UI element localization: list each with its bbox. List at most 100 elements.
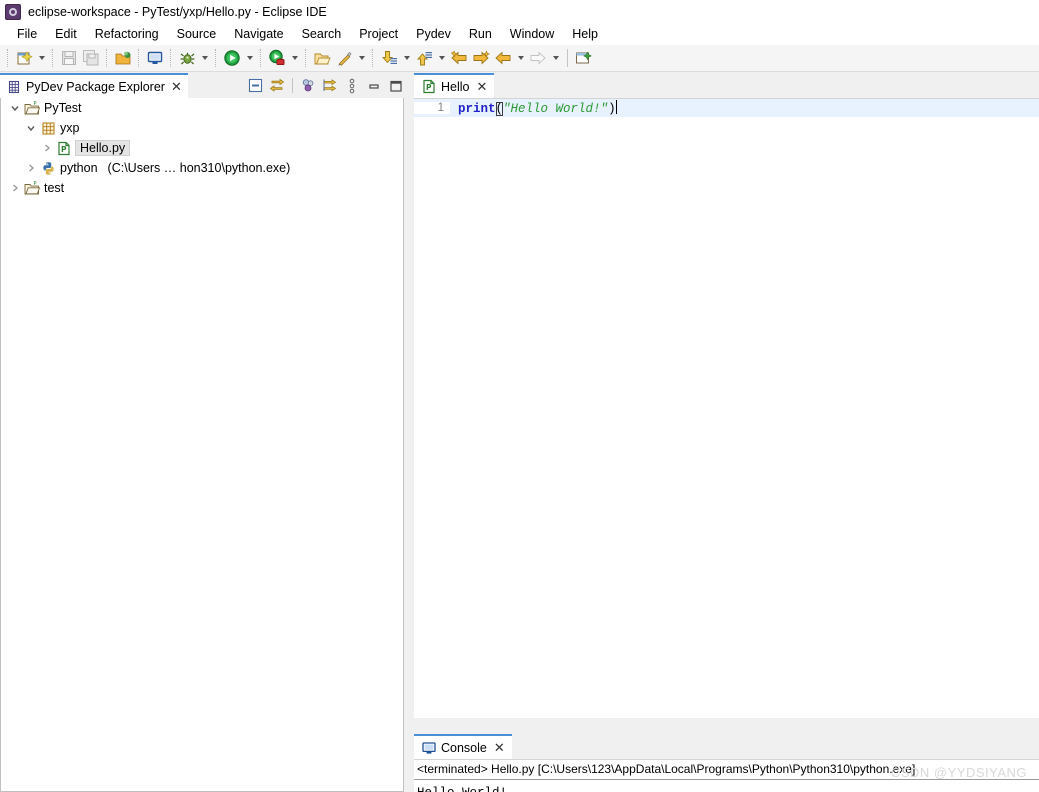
svg-text:P: P xyxy=(34,181,37,187)
package-explorer-panel: PyDev Package Explorer ✕ xyxy=(0,73,410,792)
focus-on-active-task-icon[interactable] xyxy=(298,76,318,96)
previous-annotation-dropdown-arrow[interactable] xyxy=(435,47,448,69)
maximize-view-icon[interactable] xyxy=(386,76,406,96)
tree-item-label: Hello.py xyxy=(75,140,130,156)
python-file-icon: P xyxy=(422,79,436,94)
menu-window[interactable]: Window xyxy=(501,25,563,43)
token-string: "Hello World!" xyxy=(503,102,608,116)
menu-edit[interactable]: Edit xyxy=(46,25,86,43)
token-close-paren: ) xyxy=(608,102,616,116)
python-interpreter-icon xyxy=(39,159,57,177)
new-window-icon[interactable] xyxy=(573,47,595,69)
code-editor[interactable]: 1 print("Hello World!") ‹ xyxy=(414,98,1039,718)
tree-item-test[interactable]: P test xyxy=(1,178,403,198)
menu-source[interactable]: Source xyxy=(168,25,226,43)
last-edit-location-icon[interactable] xyxy=(448,47,470,69)
toolbar-separator xyxy=(567,49,568,67)
menu-project[interactable]: Project xyxy=(350,25,407,43)
tree-item-label: yxp xyxy=(60,121,83,135)
collapse-all-icon[interactable] xyxy=(245,76,265,96)
source-folder-icon xyxy=(39,119,57,137)
code-line-1[interactable]: 1 print("Hello World!") xyxy=(414,99,1039,117)
package-explorer-view-toolbar xyxy=(245,76,410,96)
toolbar-separator xyxy=(7,49,9,67)
forward-icon[interactable] xyxy=(527,47,549,69)
menu-file[interactable]: File xyxy=(8,25,46,43)
tree-item-label: test xyxy=(44,181,68,195)
chevron-right-icon[interactable] xyxy=(23,158,39,178)
chevron-down-icon[interactable] xyxy=(7,98,23,118)
code-content[interactable]: 1 print("Hello World!") xyxy=(414,99,1039,117)
coverage-icon[interactable] xyxy=(266,47,288,69)
eclipse-logo-icon xyxy=(5,4,21,20)
previous-annotation-icon[interactable] xyxy=(413,47,435,69)
run-dropdown-arrow[interactable] xyxy=(243,47,256,69)
svg-text:P: P xyxy=(34,101,37,107)
open-console-icon[interactable] xyxy=(144,47,166,69)
close-icon[interactable]: ✕ xyxy=(477,80,488,93)
debug-icon[interactable] xyxy=(176,47,198,69)
text-caret xyxy=(616,100,617,114)
menu-navigate[interactable]: Navigate xyxy=(225,25,292,43)
view-toolbar-separator xyxy=(292,78,293,93)
pydev-package-icon[interactable] xyxy=(333,47,355,69)
close-icon[interactable]: ✕ xyxy=(494,741,505,754)
menu-run[interactable]: Run xyxy=(460,25,501,43)
coverage-dropdown-arrow[interactable] xyxy=(288,47,301,69)
package-explorer-icon xyxy=(7,80,21,94)
main-toolbar xyxy=(0,45,1039,72)
back-icon[interactable] xyxy=(492,47,514,69)
project-tree[interactable]: P PyTest yxp xyxy=(0,98,404,792)
debug-dropdown-arrow[interactable] xyxy=(198,47,211,69)
python-project-icon: P xyxy=(23,179,41,197)
toolbar-separator xyxy=(170,49,172,67)
chevron-right-icon[interactable] xyxy=(7,178,23,198)
menu-help[interactable]: Help xyxy=(563,25,607,43)
new-wizard-dropdown-arrow[interactable] xyxy=(35,47,48,69)
console-tab-label: Console xyxy=(441,741,487,755)
next-annotation-icon[interactable] xyxy=(378,47,400,69)
view-menu-icon[interactable] xyxy=(342,76,362,96)
console-panel: Console ✕ <terminated> Hello.py [C:\User… xyxy=(414,734,1039,792)
run-icon[interactable] xyxy=(221,47,243,69)
tab-console[interactable]: Console ✕ xyxy=(414,734,512,759)
menu-refactoring[interactable]: Refactoring xyxy=(86,25,168,43)
next-edit-location-icon[interactable] xyxy=(470,47,492,69)
menu-bar: File Edit Refactoring Source Navigate Se… xyxy=(0,23,1039,45)
chevron-right-icon[interactable] xyxy=(39,138,55,158)
tab-pydev-package-explorer[interactable]: PyDev Package Explorer ✕ xyxy=(0,73,188,98)
toolbar-separator xyxy=(52,49,54,67)
tree-item-label: PyTest xyxy=(44,101,86,115)
window-title: eclipse-workspace - PyTest/yxp/Hello.py … xyxy=(28,5,327,19)
code-text[interactable]: print("Hello World!") xyxy=(450,100,617,116)
svg-text:P: P xyxy=(426,83,432,92)
tree-item-hello-py[interactable]: P Hello.py xyxy=(1,138,403,158)
package-explorer-tabbar: PyDev Package Explorer ✕ xyxy=(0,73,410,98)
next-annotation-dropdown-arrow[interactable] xyxy=(400,47,413,69)
editor-tab-label: Hello xyxy=(441,80,470,94)
open-folder-icon[interactable] xyxy=(311,47,333,69)
save-icon[interactable] xyxy=(58,47,80,69)
link-with-editor-icon[interactable] xyxy=(267,76,287,96)
tab-hello[interactable]: P Hello ✕ xyxy=(414,73,494,98)
minimize-view-icon[interactable] xyxy=(364,76,384,96)
filters-icon[interactable] xyxy=(320,76,340,96)
console-icon xyxy=(422,741,436,755)
menu-search[interactable]: Search xyxy=(293,25,351,43)
toolbar-separator xyxy=(372,49,374,67)
forward-dropdown-arrow[interactable] xyxy=(549,47,562,69)
menu-pydev[interactable]: Pydev xyxy=(407,25,460,43)
tree-item-pytest[interactable]: P PyTest xyxy=(1,98,403,118)
new-pydev-project-icon[interactable] xyxy=(112,47,134,69)
chevron-down-icon[interactable] xyxy=(23,118,39,138)
python-file-icon: P xyxy=(55,139,73,157)
back-dropdown-arrow[interactable] xyxy=(514,47,527,69)
new-wizard-icon[interactable] xyxy=(13,47,35,69)
console-output-text: Hello World! xyxy=(414,780,1039,792)
save-all-icon[interactable] xyxy=(80,47,102,69)
tree-item-yxp[interactable]: yxp xyxy=(1,118,403,138)
console-tabbar: Console ✕ xyxy=(414,734,1039,759)
pydev-package-dropdown-arrow[interactable] xyxy=(355,47,368,69)
close-icon[interactable]: ✕ xyxy=(171,80,182,93)
tree-item-python-interpreter[interactable]: python (C:\Users … hon310\python.exe) xyxy=(1,158,403,178)
